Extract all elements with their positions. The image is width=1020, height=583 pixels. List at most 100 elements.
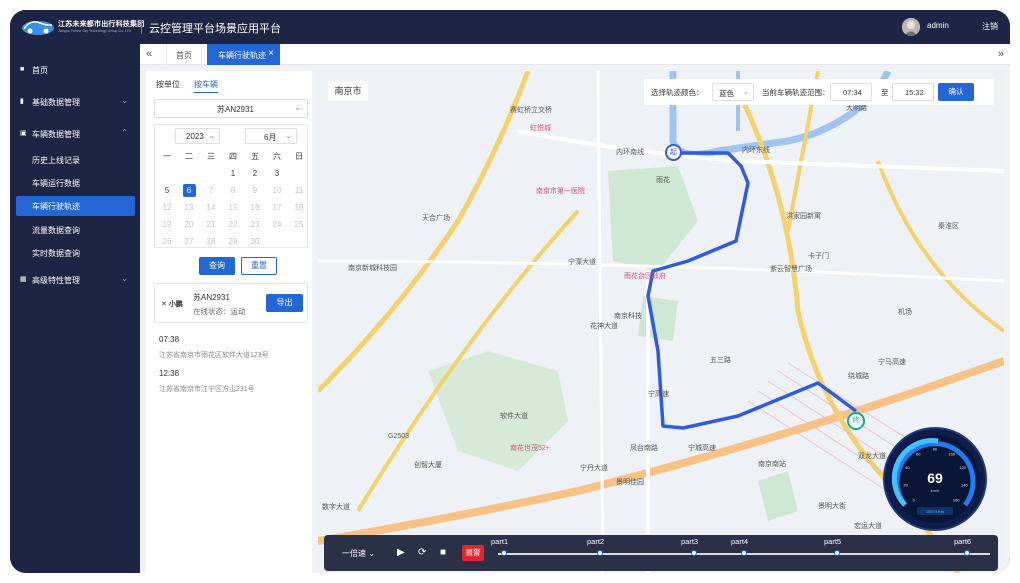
map-label: 南花世茂52+	[510, 445, 550, 452]
map-label: 紫云智慧广场	[770, 266, 812, 273]
weekday-header: 三	[207, 152, 215, 161]
calendar-day[interactable]: 16	[244, 200, 266, 216]
calendar-day[interactable]: 21	[200, 217, 222, 233]
calendar-day[interactable]: 24	[266, 217, 288, 233]
part-label[interactable]: part5	[824, 537, 841, 546]
vehicle-select[interactable]: 苏AN2931 ⌄	[154, 99, 308, 118]
calendar-day[interactable]: 2	[244, 166, 266, 182]
start-marker-icon[interactable]: 起	[665, 144, 682, 161]
calendar-day[interactable]: 26	[156, 234, 178, 250]
part-marker-icon[interactable]	[741, 550, 747, 556]
alarm-button[interactable]: 报警	[462, 545, 484, 561]
sidebar-item-vehicle-data[interactable]: ▣ 车辆数据管理 ⌃	[10, 123, 140, 145]
query-panel: 按单位 按车辆 苏AN2931 ⌄ 2023 ⌄ 6月 ⌄ 一二三四五六日123…	[146, 71, 312, 573]
tab-scroll-right-icon[interactable]: »	[998, 48, 1004, 60]
calendar-day[interactable]: 6	[178, 183, 200, 199]
calendar-day[interactable]: 3	[266, 166, 288, 182]
calendar-day[interactable]: 28	[200, 234, 222, 250]
calendar-day[interactable]: 18	[288, 200, 310, 216]
map-label: 虹悦城	[530, 125, 551, 132]
gauge-tick-label: 160	[953, 498, 960, 503]
replay-icon[interactable]: ⟳	[418, 547, 426, 558]
end-marker-icon[interactable]: 终	[847, 412, 865, 430]
calendar-day[interactable]: 5	[156, 183, 178, 199]
part-marker-icon[interactable]	[964, 550, 970, 556]
part-marker-icon[interactable]	[834, 550, 840, 556]
part-marker-icon[interactable]	[597, 550, 603, 556]
color-label: 选择轨迹颜色：	[651, 88, 704, 97]
end-time-input[interactable]: 15:32	[892, 83, 934, 101]
part-label[interactable]: part6	[954, 537, 971, 546]
calendar-day[interactable]: 25	[288, 217, 310, 233]
username[interactable]: admin	[927, 21, 949, 30]
start-time-value: 07:34	[843, 88, 862, 97]
start-time-input[interactable]: 07:34	[830, 83, 872, 101]
tab-scroll-left-icon[interactable]: «	[146, 48, 152, 60]
year-value: 2023	[186, 132, 204, 141]
calendar-day[interactable]: 17	[266, 200, 288, 216]
calendar-day[interactable]: 14	[200, 200, 222, 216]
gauge-tick-label: 100	[948, 452, 955, 457]
calendar-day[interactable]: 10	[266, 183, 288, 199]
sidebar-item-home[interactable]: ■ 首页	[10, 59, 140, 81]
part-marker-icon[interactable]	[501, 550, 507, 556]
map-label: 洪家园新寓	[786, 213, 821, 220]
close-icon[interactable]: ×	[268, 48, 274, 59]
calendar-day[interactable]: 1	[222, 166, 244, 182]
speed-value: 一倍速	[342, 549, 366, 558]
part-label[interactable]: part1	[491, 537, 508, 546]
sidebar-sub-flow[interactable]: 流量数据查询	[10, 220, 140, 240]
sidebar-sub-history[interactable]: 历史上线记录	[10, 150, 140, 170]
sidebar-sub-realtime[interactable]: 实时数据查询	[10, 243, 140, 263]
chevron-down-icon: ⌄	[121, 96, 128, 105]
map-view[interactable]: 起 终 赛虹桥立交桥 虹悦城 内环南线 内环东线 南京市第一医院 雨花 天合广场 洪家园新寓南…	[318, 71, 1004, 573]
month-select[interactable]: 6月 ⌄	[245, 128, 297, 144]
calendar-day[interactable]: 30	[244, 234, 266, 250]
chevron-down-icon: ⌄	[285, 131, 292, 140]
logout-button[interactable]: 注销	[982, 21, 998, 32]
calendar-day[interactable]: 11	[288, 183, 310, 199]
calendar-day[interactable]: 29	[222, 234, 244, 250]
map-label: 赛虹桥立交桥	[510, 107, 552, 114]
calendar-day[interactable]: 7	[200, 183, 222, 199]
export-button[interactable]: 导出	[266, 294, 303, 312]
end-time-value: 15:32	[905, 88, 924, 97]
city-label[interactable]: 南京市	[328, 81, 368, 101]
sidebar-sub-running-data[interactable]: 车辆运行数据	[10, 173, 140, 193]
calendar-day[interactable]: 15	[222, 200, 244, 216]
main-content: « 首页 车辆行驶轨迹 × » 按单位 按车辆 苏AN2931 ⌄ 2023 ⌄	[140, 44, 1010, 573]
sidebar-item-basic-data[interactable]: ▮ 基础数据管理 ⌄	[10, 91, 140, 113]
sidebar-item-advanced[interactable]: ▦ 高级特性管理 ⌄	[10, 269, 140, 291]
part-label[interactable]: part2	[587, 537, 604, 546]
part-label[interactable]: part4	[731, 537, 748, 546]
seg-by-vehicle[interactable]: 按车辆	[194, 79, 218, 93]
tab-home[interactable]: 首页	[166, 44, 202, 65]
calendar-day[interactable]: 22	[222, 217, 244, 233]
part-marker-icon[interactable]	[691, 550, 697, 556]
calendar-day[interactable]: 12	[156, 200, 178, 216]
calendar-day[interactable]: 23	[244, 217, 266, 233]
color-select[interactable]: 蓝色 ⌄	[712, 83, 754, 101]
sidebar-sub-trajectory[interactable]: 车辆行驶轨迹	[16, 196, 135, 216]
year-select[interactable]: 2023 ⌄	[175, 128, 220, 144]
calendar-day[interactable]: 20	[178, 217, 200, 233]
truck-icon: ▣	[20, 130, 27, 137]
tab-trajectory[interactable]: 车辆行驶轨迹 ×	[207, 44, 280, 65]
calendar-day[interactable]: 19	[156, 217, 178, 233]
part-label[interactable]: part3	[681, 537, 698, 546]
xpeng-icon: ✕	[161, 301, 167, 308]
calendar-day[interactable]: 27	[178, 234, 200, 250]
calendar-day[interactable]: 8	[222, 183, 244, 199]
query-button[interactable]: 查询	[199, 257, 235, 275]
avatar[interactable]	[902, 18, 920, 36]
calendar-day[interactable]: 13	[178, 200, 200, 216]
seg-by-unit[interactable]: 按单位	[156, 79, 180, 90]
play-icon[interactable]: ▶	[397, 547, 405, 558]
calendar-day[interactable]: 9	[244, 183, 266, 199]
weekday-header: 二	[185, 152, 193, 161]
confirm-button[interactable]: 确认	[938, 83, 974, 101]
stop-icon[interactable]: ■	[440, 547, 446, 558]
speed-select[interactable]: 一倍速 ⌄	[342, 548, 375, 559]
reset-button[interactable]: 重置	[241, 257, 277, 275]
vehicle-select-value: 苏AN2931	[217, 105, 254, 114]
